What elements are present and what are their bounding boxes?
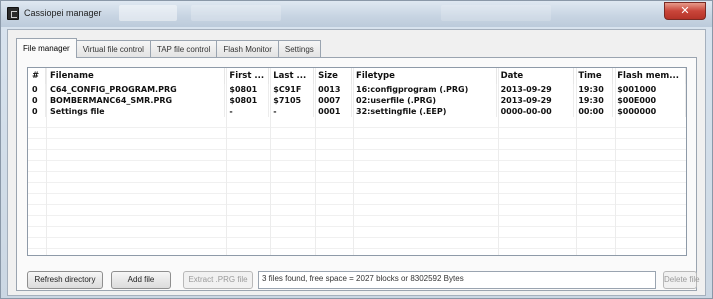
cell-time: 19:30 (574, 95, 614, 106)
column-divider (46, 68, 47, 255)
table-body: 0 C64_CONFIG_PROGRAM.PRG $0801 $C91F 001… (28, 84, 686, 117)
extract-prg-button[interactable]: Extract .PRG file (183, 271, 253, 289)
cell-date: 2013-09-29 (497, 95, 575, 106)
tab-virtual-file-control[interactable]: Virtual file control (75, 40, 151, 58)
table-row[interactable]: 0 C64_CONFIG_PROGRAM.PRG $0801 $C91F 001… (28, 84, 686, 95)
title-blur-decor (191, 5, 281, 21)
window-title: Cassiopei manager (24, 8, 102, 18)
empty-row-grid (28, 117, 686, 255)
cell-filename: Settings file (46, 106, 226, 117)
cell-last: $C91F (269, 84, 315, 95)
column-header-flash-mem[interactable]: Flash mem... (613, 68, 686, 84)
cell-index: 0 (28, 95, 46, 106)
app-icon (7, 7, 19, 20)
column-header-filetype[interactable]: Filetype (352, 68, 497, 84)
table-row[interactable]: 0 BOMBERMANC64_SMR.PRG $0801 $7105 0007 … (28, 95, 686, 106)
title-blur-decor (441, 5, 551, 21)
cell-flash-mem: $001000 (613, 84, 686, 95)
cell-filename: BOMBERMANC64_SMR.PRG (46, 95, 226, 106)
cell-filename: C64_CONFIG_PROGRAM.PRG (46, 84, 226, 95)
cell-time: 00:00 (574, 106, 614, 117)
client-area: File manager Virtual file control TAP fi… (7, 29, 706, 296)
add-file-button[interactable]: Add file (111, 271, 171, 289)
cell-last: $7105 (269, 95, 315, 106)
file-manager-panel: # Filename First ... Last ... Size Filet… (16, 57, 700, 291)
cell-first: $0801 (225, 84, 270, 95)
column-header-filename[interactable]: Filename (46, 68, 226, 84)
column-header-last[interactable]: Last ... (269, 68, 315, 84)
column-divider (226, 68, 227, 255)
tab-tap-file-control[interactable]: TAP file control (149, 40, 218, 58)
column-header-first[interactable]: First ... (225, 68, 270, 84)
cell-flash-mem: $000000 (613, 106, 686, 117)
tab-flash-monitor[interactable]: Flash Monitor (216, 40, 279, 58)
status-text: 3 files found, free space = 2027 blocks … (258, 271, 656, 289)
column-divider (576, 68, 577, 255)
table-row[interactable]: 0 Settings file - - 0001 32:settingfile … (28, 106, 686, 117)
refresh-directory-button[interactable]: Refresh directory (27, 271, 103, 289)
tab-strip: File manager Virtual file control TAP fi… (16, 38, 321, 58)
cell-index: 0 (28, 84, 46, 95)
cell-size: 0007 (314, 95, 353, 106)
cell-filetype: 16:configprogram (.PRG) (352, 84, 497, 95)
tab-settings[interactable]: Settings (277, 40, 321, 58)
column-divider (615, 68, 616, 255)
main-window: Cassiopei manager ✕ File manager Virtual… (0, 0, 713, 299)
column-divider (353, 68, 354, 255)
cell-date: 2013-09-29 (497, 84, 575, 95)
cell-size: 0001 (314, 106, 353, 117)
close-button[interactable]: ✕ (664, 2, 706, 20)
cell-filetype: 02:userfile (.PRG) (352, 95, 497, 106)
cell-index: 0 (28, 106, 46, 117)
cell-date: 0000-00-00 (497, 106, 575, 117)
column-header-size[interactable]: Size (314, 68, 353, 84)
cell-first: $0801 (225, 95, 270, 106)
cell-size: 0013 (314, 84, 353, 95)
column-divider (315, 68, 316, 255)
cell-time: 19:30 (574, 84, 614, 95)
action-bar: Refresh directory Add file Extract .PRG … (27, 271, 700, 289)
cell-last: - (269, 106, 315, 117)
delete-file-button[interactable]: Delete file (663, 271, 700, 289)
tab-file-manager[interactable]: File manager (16, 38, 77, 58)
title-blur-decor (119, 5, 177, 21)
cell-flash-mem: $00E000 (613, 95, 686, 106)
column-divider (498, 68, 499, 255)
column-divider (270, 68, 271, 255)
table-header: # Filename First ... Last ... Size Filet… (28, 68, 686, 84)
column-header-time[interactable]: Time (574, 68, 614, 84)
file-table[interactable]: # Filename First ... Last ... Size Filet… (27, 67, 687, 256)
cell-first: - (225, 106, 270, 117)
column-header-date[interactable]: Date (497, 68, 575, 84)
title-bar[interactable]: Cassiopei manager ✕ (1, 1, 712, 27)
column-header-index[interactable]: # (28, 68, 46, 84)
cell-filetype: 32:settingfile (.EEP) (352, 106, 497, 117)
